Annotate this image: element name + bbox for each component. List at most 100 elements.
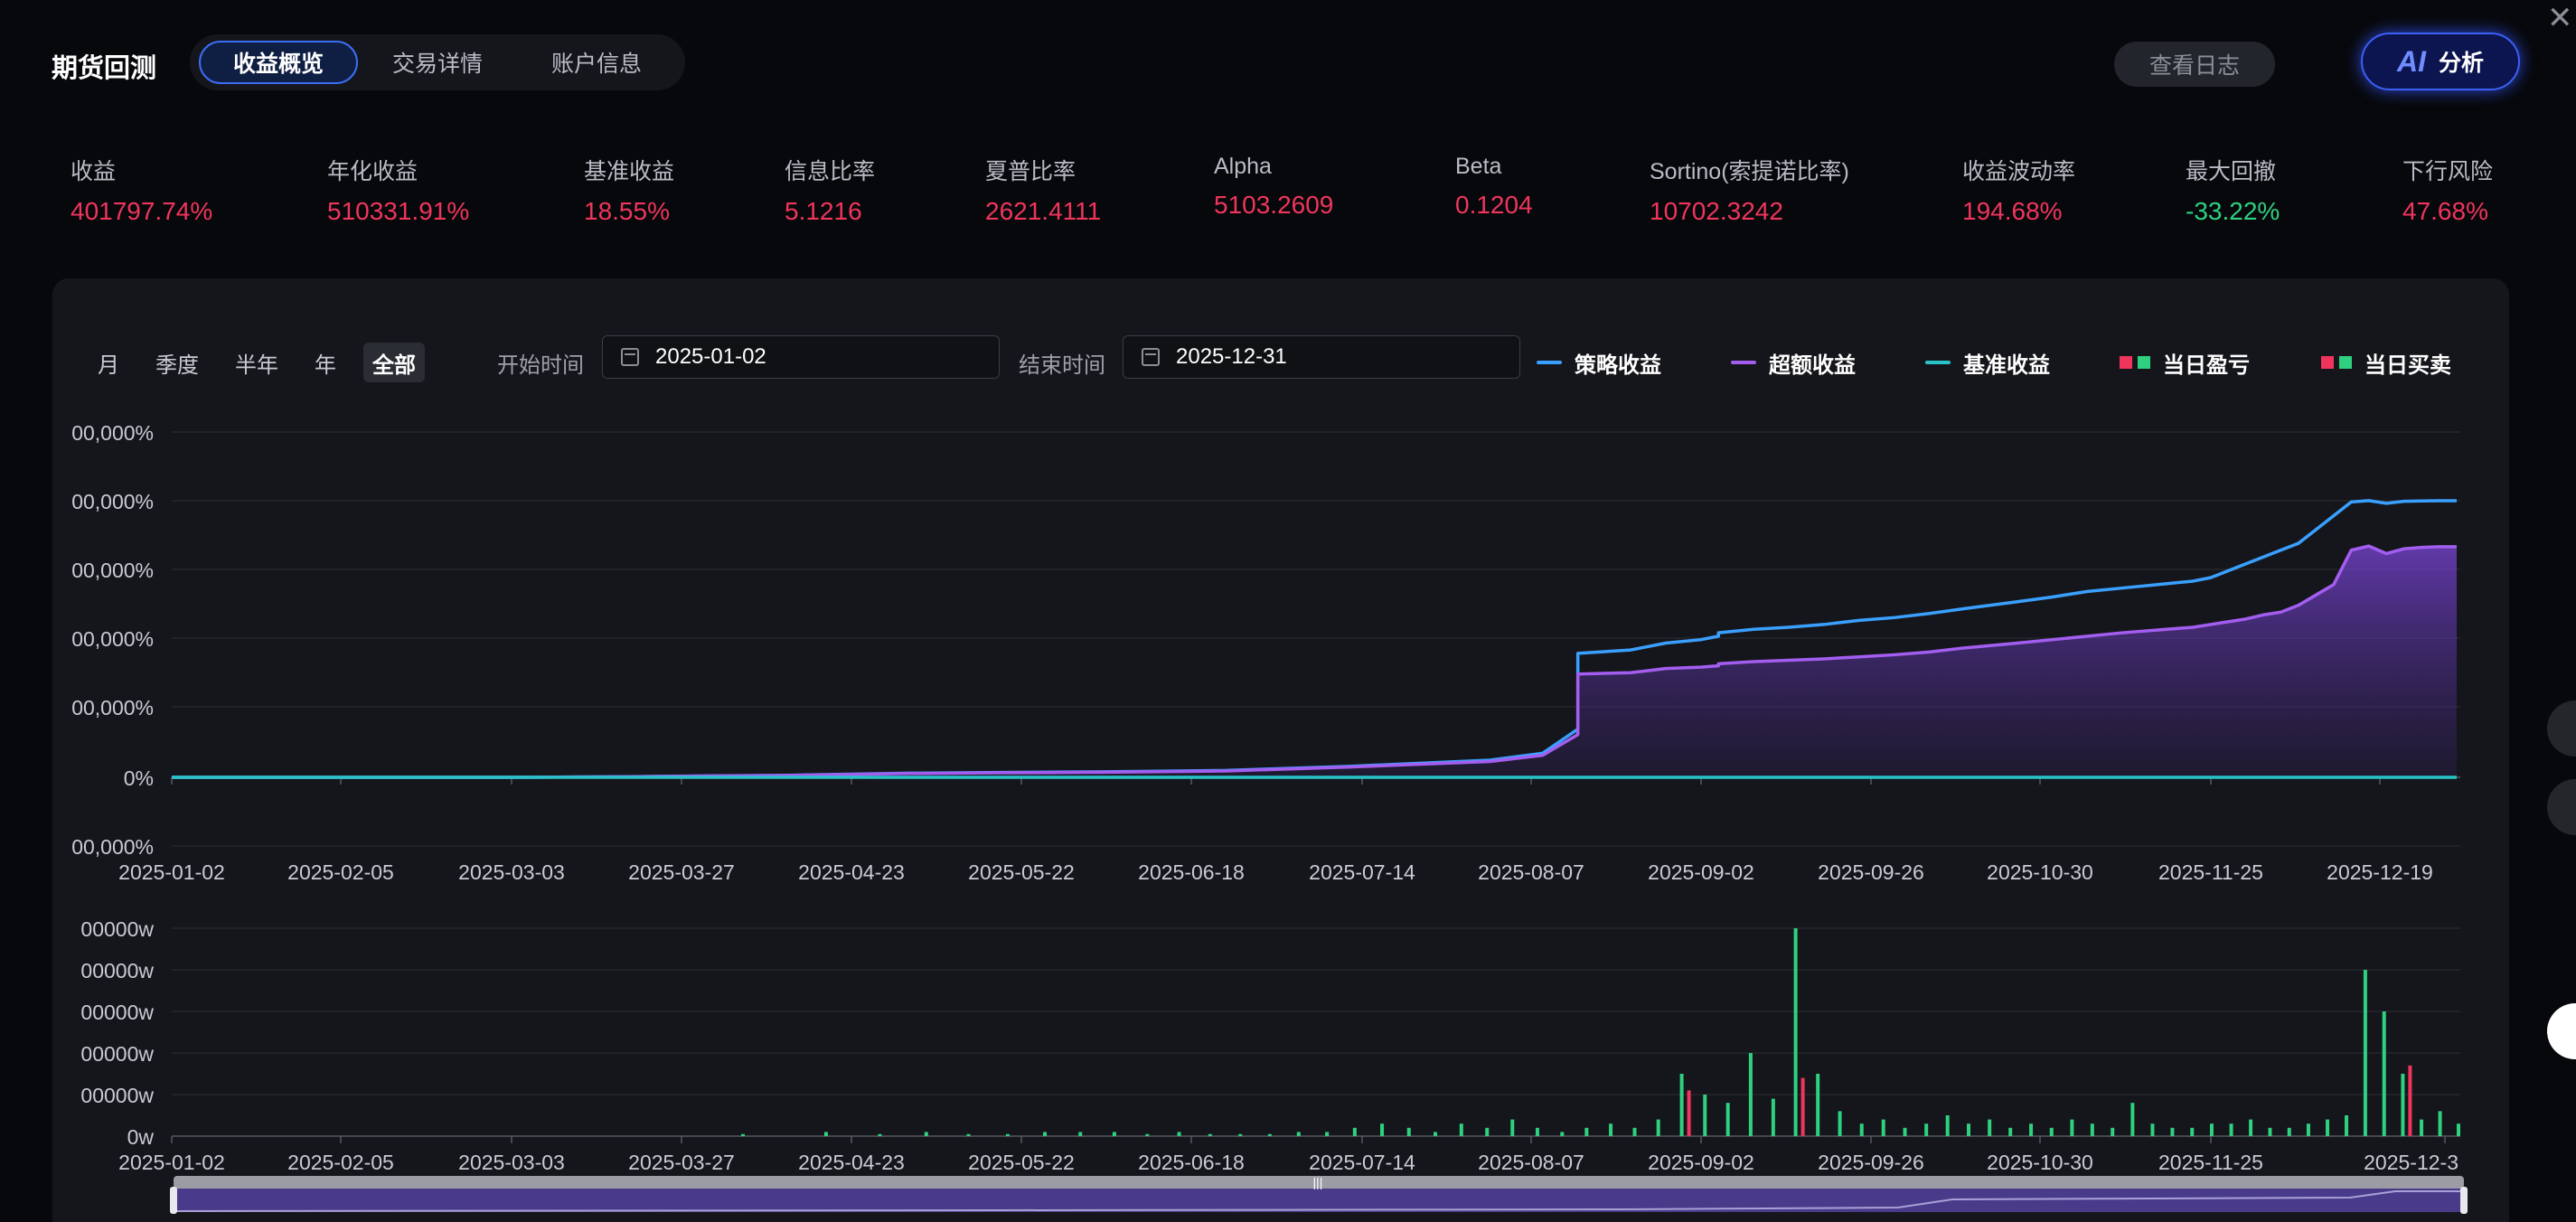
x-tick-label: 2025-01-02 bbox=[118, 860, 225, 884]
buy-bar bbox=[2111, 1127, 2115, 1136]
buy-bar bbox=[2209, 1123, 2214, 1136]
buy-bar bbox=[1112, 1132, 1116, 1136]
buy-bar bbox=[2008, 1127, 2013, 1136]
buy-bar bbox=[2150, 1123, 2155, 1136]
buy-bar bbox=[2070, 1119, 2074, 1136]
x-tick-label: 2025-08-07 bbox=[1478, 860, 1584, 884]
buy-bar bbox=[1748, 1053, 1753, 1136]
buy-bar bbox=[1881, 1119, 1885, 1136]
x-tick-label: 2025-12-3 bbox=[2364, 1151, 2458, 1174]
x-tick-label: 2025-02-05 bbox=[287, 1151, 394, 1174]
x-tick-label: 2025-11-25 bbox=[2158, 1151, 2263, 1174]
y-tick-label: 00,000% bbox=[71, 835, 154, 859]
line-chart bbox=[172, 499, 2457, 779]
y-tick-label: 00,000% bbox=[71, 559, 154, 582]
y-tick-label: 00000w bbox=[80, 959, 154, 982]
buy-bar bbox=[1725, 1103, 1730, 1136]
buy-bar bbox=[1208, 1133, 1212, 1136]
y-tick-label: 00,000% bbox=[71, 490, 154, 513]
buy-bar bbox=[2249, 1119, 2253, 1136]
buy-bar bbox=[2420, 1119, 2424, 1136]
buy-bar bbox=[2382, 1011, 2386, 1136]
x-tick-label: 2025-07-14 bbox=[1309, 860, 1415, 884]
buy-bar bbox=[1296, 1132, 1301, 1136]
buy-bar bbox=[1433, 1132, 1437, 1136]
buy-bar bbox=[1145, 1133, 1150, 1136]
y-tick-label: 00,000% bbox=[71, 627, 154, 651]
buy-bar bbox=[1005, 1133, 1010, 1136]
buy-bar bbox=[878, 1133, 882, 1136]
buy-bar bbox=[2268, 1127, 2272, 1136]
x-tick-label: 2025-09-02 bbox=[1648, 860, 1754, 884]
y-tick-label: 00,000% bbox=[71, 696, 154, 719]
buy-bar bbox=[2345, 1115, 2349, 1136]
buy-bar bbox=[1043, 1132, 1048, 1136]
x-tick-label: 2025-09-26 bbox=[1818, 860, 1924, 884]
sell-bar bbox=[2408, 1065, 2412, 1136]
buy-bar bbox=[741, 1133, 745, 1136]
buy-bar bbox=[2287, 1127, 2291, 1136]
buy-bar bbox=[1838, 1111, 1842, 1136]
buy-bar bbox=[2090, 1123, 2094, 1136]
x-tick-label: 2025-03-27 bbox=[628, 1151, 735, 1174]
buy-bar bbox=[1903, 1127, 1907, 1136]
x-tick-label: 2025-06-18 bbox=[1138, 1151, 1245, 1174]
buy-bar bbox=[1584, 1127, 1589, 1136]
y-tick-label: 00000w bbox=[80, 1084, 154, 1107]
buy-bar bbox=[2306, 1123, 2310, 1136]
buy-bar bbox=[2438, 1111, 2442, 1136]
x-tick-label: 2025-04-23 bbox=[798, 1151, 905, 1174]
x-tick-label: 2025-01-02 bbox=[118, 1151, 225, 1174]
buy-bar bbox=[1988, 1119, 1992, 1136]
buy-bar bbox=[2229, 1123, 2233, 1136]
x-tick-label: 2025-07-14 bbox=[1309, 1151, 1415, 1174]
x-tick-label: 2025-02-05 bbox=[287, 860, 394, 884]
buy-bar bbox=[1703, 1095, 1707, 1136]
x-tick-label: 2025-12-19 bbox=[2327, 860, 2433, 884]
buy-bar bbox=[1793, 928, 1798, 1136]
buy-bar bbox=[966, 1133, 971, 1136]
buy-bar bbox=[1510, 1119, 1515, 1136]
x-tick-label: 2025-10-30 bbox=[1987, 1151, 2093, 1174]
buy-bar bbox=[1267, 1133, 1272, 1136]
excess-area bbox=[172, 546, 2457, 777]
buy-bar bbox=[2130, 1103, 2135, 1136]
x-tick-label: 2025-06-18 bbox=[1138, 860, 1245, 884]
x-tick-label: 2025-09-26 bbox=[1818, 1151, 1924, 1174]
buy-bar bbox=[2457, 1123, 2460, 1136]
buy-bar bbox=[1459, 1123, 1463, 1136]
buy-bar bbox=[2190, 1127, 2195, 1136]
x-tick-label: 2025-05-22 bbox=[968, 860, 1075, 884]
y-tick-label: 00000w bbox=[80, 917, 154, 941]
y-tick-label: 00000w bbox=[80, 1001, 154, 1024]
charts-svg: 00,000% 00,000% 00,000% 00,000% 00,000% 0% 00,… bbox=[71, 421, 2468, 1214]
buy-bar bbox=[1560, 1132, 1565, 1136]
slider-window bbox=[174, 1189, 2464, 1212]
buy-bar bbox=[1406, 1127, 1411, 1136]
backtest-modal: 期货回测 收益概览 交易详情 账户信息 查看日志 AI 分析 ✕ 收益 4017… bbox=[0, 0, 2576, 1222]
buy-bar bbox=[1967, 1123, 1971, 1136]
buy-bar bbox=[1535, 1127, 1539, 1136]
buy-bar bbox=[924, 1132, 928, 1136]
zoom-slider[interactable]: ||| bbox=[170, 1175, 2468, 1214]
buy-bar bbox=[1238, 1133, 1243, 1136]
sell-bar bbox=[1800, 1077, 1805, 1136]
buy-bar bbox=[823, 1132, 828, 1136]
bar-chart bbox=[741, 928, 2460, 1136]
buy-bar bbox=[2170, 1127, 2175, 1136]
buy-bar bbox=[1609, 1123, 1613, 1136]
buy-bar bbox=[2401, 1074, 2405, 1136]
buy-bar bbox=[1078, 1132, 1083, 1136]
x-tick-label: 2025-11-25 bbox=[2158, 860, 2263, 884]
x-tick-label: 2025-05-22 bbox=[968, 1151, 1075, 1174]
x-tick-label: 2025-04-23 bbox=[798, 860, 905, 884]
buy-bar bbox=[2029, 1123, 2034, 1136]
y-tick-label: 0% bbox=[124, 766, 154, 790]
buy-bar bbox=[2049, 1127, 2054, 1136]
x-tick-label: 2025-03-03 bbox=[458, 860, 565, 884]
buy-bar bbox=[1632, 1127, 1637, 1136]
buy-bar bbox=[1816, 1074, 1820, 1136]
buy-bar bbox=[1859, 1123, 1864, 1136]
slider-handle-left bbox=[170, 1187, 177, 1214]
y-tick-label: 00,000% bbox=[71, 421, 154, 445]
